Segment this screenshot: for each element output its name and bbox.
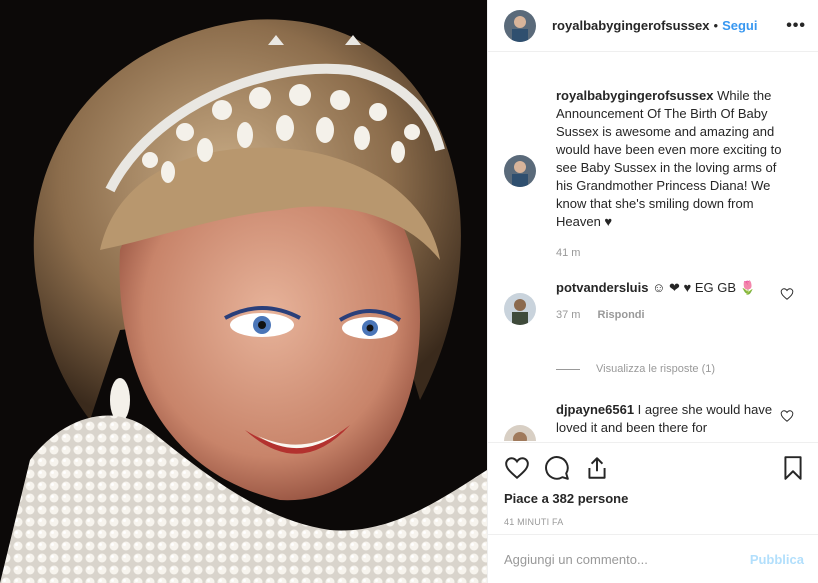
add-comment-input[interactable]: [504, 551, 750, 567]
caption-meta: 41 m: [556, 247, 804, 259]
like-heart-icon[interactable]: [504, 455, 530, 481]
comment-username[interactable]: djpayne6561: [556, 402, 634, 417]
separator-dot: •: [713, 18, 719, 33]
caption-text: While the Announcement Of The Birth Of B…: [556, 88, 782, 229]
post-time[interactable]: 41 MINUTI FA: [504, 517, 563, 527]
caption-avatar[interactable]: [504, 155, 536, 187]
comment-avatar[interactable]: [504, 425, 536, 441]
caption-body: royalbabygingerofsussex While the Announ…: [556, 87, 804, 259]
comment-username[interactable]: potvandersluis: [556, 280, 648, 295]
post-actions: Piace a 382 persone 41 MINUTI FA: [488, 442, 818, 534]
like-comment-heart-icon[interactable]: [780, 409, 794, 423]
comments-list[interactable]: royalbabygingerofsussex While the Announ…: [488, 53, 818, 441]
post-sidebar: royalbabygingerofsussex • Segui ••• roya…: [487, 0, 818, 583]
comment-body: potvandersluis ☺ ❤ ♥ EG GB 🌷 37 m Rispon…: [556, 279, 804, 321]
comment-bubble-icon[interactable]: [544, 455, 570, 481]
more-options-icon[interactable]: •••: [786, 17, 806, 35]
caption-time[interactable]: 41 m: [556, 247, 580, 259]
avatar[interactable]: [504, 9, 536, 42]
comment-time[interactable]: 37 m: [556, 309, 580, 321]
replies-line: [556, 368, 580, 370]
share-icon[interactable]: [584, 455, 610, 481]
view-replies-label[interactable]: Visualizza le risposte (1): [596, 363, 715, 375]
like-comment-heart-icon[interactable]: [780, 287, 794, 301]
author-username[interactable]: royalbabygingerofsussex: [552, 18, 710, 33]
add-comment-bar: Pubblica: [488, 534, 818, 583]
likes-count[interactable]: Piace a 382 persone: [504, 491, 628, 506]
comment-avatar[interactable]: [504, 293, 536, 325]
post-header: royalbabygingerofsussex • Segui •••: [488, 0, 818, 52]
follow-button[interactable]: Segui: [722, 18, 757, 33]
comment-body: djpayne6561 I agree she would have loved…: [556, 401, 804, 437]
bookmark-icon[interactable]: [780, 455, 806, 481]
post-image[interactable]: [0, 0, 487, 583]
action-icons: [504, 455, 806, 481]
portrait-illustration: [0, 0, 487, 583]
view-replies-toggle[interactable]: Visualizza le risposte (1): [556, 363, 715, 375]
reply-button[interactable]: Rispondi: [598, 309, 645, 321]
comment-text: ☺ ❤ ♥ EG GB 🌷: [652, 280, 756, 295]
caption-username[interactable]: royalbabygingerofsussex: [556, 88, 714, 103]
publish-button[interactable]: Pubblica: [750, 552, 804, 567]
comment-meta: 37 m Rispondi: [556, 309, 804, 321]
instagram-post-view: royalbabygingerofsussex • Segui ••• roya…: [0, 0, 818, 583]
